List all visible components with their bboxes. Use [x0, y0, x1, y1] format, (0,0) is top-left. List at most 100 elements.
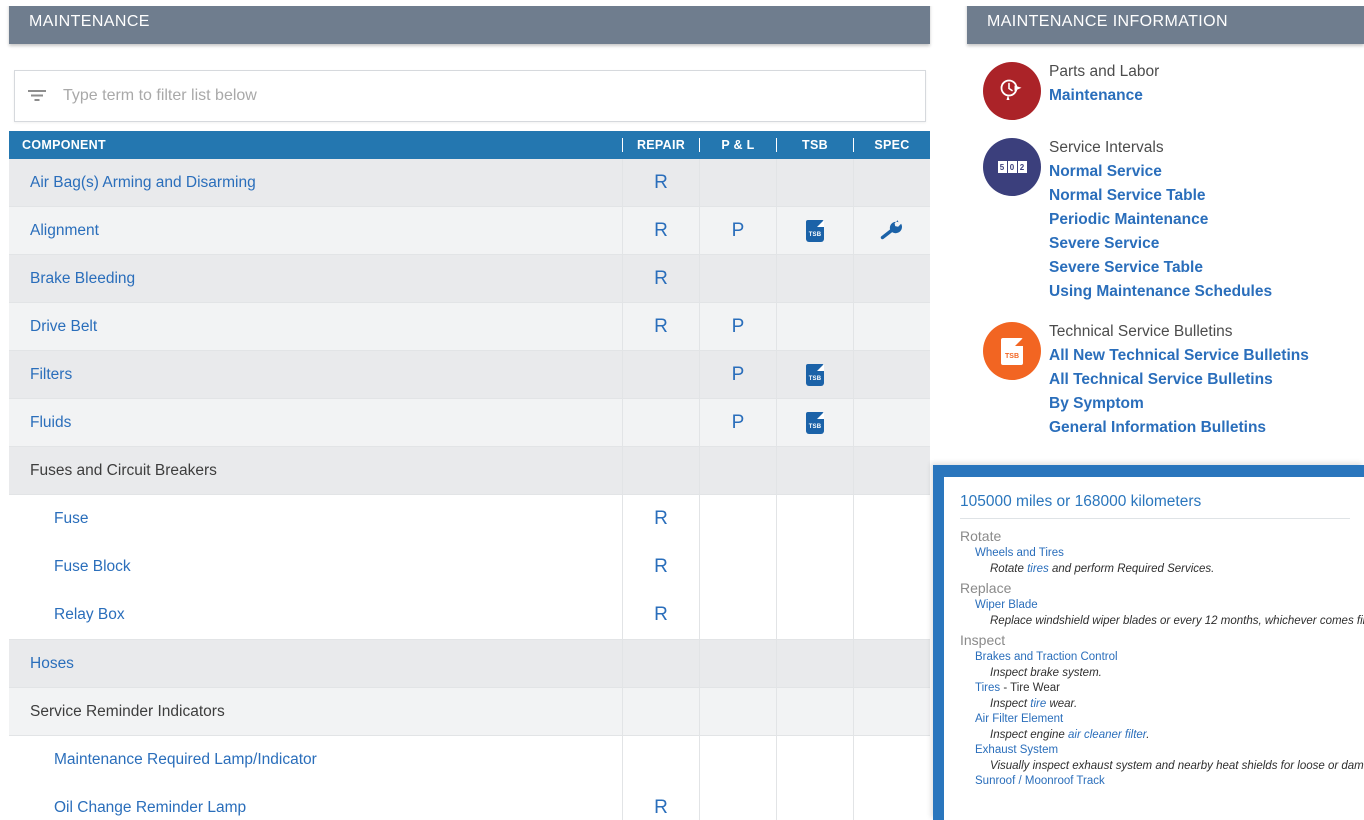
table-row[interactable]: Maintenance Required Lamp/Indicator	[9, 736, 930, 784]
schedule-item-link[interactable]: Tires - Tire Wear	[975, 681, 1350, 697]
information-link[interactable]: Normal Service	[1049, 160, 1272, 184]
component-link[interactable]: Fuse	[9, 495, 622, 543]
pl-cell[interactable]: P	[699, 399, 776, 446]
schedule-item-description: Rotate tires and perform Required Servic…	[990, 562, 1215, 575]
app-root: MAINTENANCE COMPONENT REPAIR P & L TSB S…	[0, 0, 1364, 820]
table-row[interactable]: Relay Box R	[9, 591, 930, 639]
filter-input[interactable]	[59, 87, 925, 105]
repair-cell[interactable]: R	[622, 255, 699, 302]
schedule-item-link[interactable]: Wiper Blade	[975, 598, 1350, 614]
table-row[interactable]: Alignment R P TSB	[9, 207, 930, 255]
pl-cell[interactable]: P	[699, 303, 776, 350]
tsb-cell	[776, 495, 853, 543]
component-link[interactable]: Hoses	[9, 640, 622, 687]
schedule-description-link[interactable]: tires	[1027, 563, 1049, 575]
component-link[interactable]: Relay Box	[9, 591, 622, 639]
pl-cell	[699, 159, 776, 206]
tsb-cell	[776, 688, 853, 735]
information-link[interactable]: Periodic Maintenance	[1049, 208, 1272, 232]
table-row[interactable]: Oil Change Reminder Lamp R	[9, 784, 930, 820]
schedule-item-link[interactable]: Sunroof / Moonroof Track	[975, 774, 1350, 790]
information-link[interactable]: By Symptom	[1049, 392, 1309, 416]
repair-cell	[622, 688, 699, 735]
tsb-document-icon[interactable]: TSB	[806, 219, 824, 242]
spec-cell	[853, 447, 930, 494]
repair-cell[interactable]: R	[622, 543, 699, 591]
tsb-cell[interactable]: TSB	[776, 351, 853, 398]
component-link[interactable]: Fuse Block	[9, 543, 622, 591]
information-link[interactable]: Severe Service Table	[1049, 256, 1272, 280]
component-table-body: Air Bag(s) Arming and Disarming R Alignmen…	[9, 159, 930, 820]
table-row[interactable]: Fuses and Circuit Breakers	[9, 447, 930, 495]
tsb-cell[interactable]: TSB	[776, 399, 853, 446]
filter-icon	[15, 88, 59, 104]
information-group-title: Technical Service Bulletins	[1049, 323, 1233, 340]
repair-cell[interactable]: R	[622, 591, 699, 639]
information-group-list: Parts and Labor Maintenance 5 0 2 Service Int…	[967, 44, 1364, 440]
information-link[interactable]: General Information Bulletins	[1049, 416, 1309, 440]
information-link[interactable]: Normal Service Table	[1049, 184, 1272, 208]
component-table-header: COMPONENT REPAIR P & L TSB SPEC	[9, 131, 930, 159]
table-row[interactable]: Brake Bleeding R	[9, 255, 930, 303]
table-row[interactable]: Fuse Block R	[9, 543, 930, 591]
spec-cell[interactable]	[853, 207, 930, 254]
tsb-document-icon[interactable]: TSB	[806, 411, 824, 434]
repair-cell[interactable]: R	[622, 207, 699, 254]
repair-cell[interactable]: R	[622, 784, 699, 820]
pl-cell[interactable]: P	[699, 351, 776, 398]
information-group: TSB Technical Service Bulletins All New Te…	[975, 304, 1364, 440]
information-link[interactable]: Using Maintenance Schedules	[1049, 280, 1272, 304]
table-row[interactable]: Hoses	[9, 640, 930, 688]
information-link[interactable]: Severe Service	[1049, 232, 1272, 256]
tsb-cell	[776, 447, 853, 494]
component-link[interactable]: Air Bag(s) Arming and Disarming	[9, 159, 622, 206]
schedule-section-heading: Rotate	[960, 528, 1002, 544]
repair-cell[interactable]: R	[622, 303, 699, 350]
component-link[interactable]: Maintenance Required Lamp/Indicator	[9, 736, 622, 784]
table-row[interactable]: Drive Belt R P	[9, 303, 930, 351]
component-link[interactable]: Alignment	[9, 207, 622, 254]
tsb-cell	[776, 784, 853, 820]
table-row[interactable]: Filters P TSB	[9, 351, 930, 399]
schedule-item-description: Visually inspect exhaust system and near…	[990, 759, 1364, 772]
tsb-cell	[776, 543, 853, 591]
component-link[interactable]: Oil Change Reminder Lamp	[9, 784, 622, 820]
table-row[interactable]: Service Reminder Indicators	[9, 688, 930, 736]
component-link[interactable]: Fluids	[9, 399, 622, 446]
repair-cell	[622, 399, 699, 446]
schedule-description-link[interactable]: tire	[1030, 698, 1046, 710]
information-link[interactable]: All New Technical Service Bulletins	[1049, 344, 1309, 368]
column-header-component: COMPONENT	[22, 138, 106, 152]
component-link[interactable]: Drive Belt	[9, 303, 622, 350]
tsb-cell	[776, 255, 853, 302]
information-link[interactable]: All Technical Service Bulletins	[1049, 368, 1309, 392]
information-link[interactable]: Maintenance	[1049, 84, 1159, 108]
component-link[interactable]: Filters	[9, 351, 622, 398]
spec-cell	[853, 303, 930, 350]
table-row[interactable]: Fluids P TSB	[9, 399, 930, 447]
repair-cell[interactable]: R	[622, 159, 699, 206]
tsb-cell[interactable]: TSB	[776, 207, 853, 254]
schedule-title: 105000 miles or 168000 kilometers	[960, 493, 1350, 519]
table-row[interactable]: Air Bag(s) Arming and Disarming R	[9, 159, 930, 207]
schedule-item-description: Replace windshield wiper blades or every…	[990, 614, 1364, 627]
schedule-section-heading: Inspect	[960, 632, 1006, 648]
pl-cell[interactable]: P	[699, 207, 776, 254]
repair-cell[interactable]: R	[622, 495, 699, 543]
information-group-links: Technical Service Bulletins All New Techn…	[1049, 318, 1309, 440]
table-row[interactable]: Fuse R	[9, 495, 930, 543]
wrench-icon[interactable]	[879, 219, 905, 242]
component-label: Service Reminder Indicators	[30, 702, 225, 720]
maintenance-panel-header: MAINTENANCE	[9, 0, 930, 44]
schedule-description-link[interactable]: air cleaner filter	[1068, 729, 1146, 741]
tsb-document-icon[interactable]: TSB	[806, 363, 824, 386]
pl-cell	[699, 736, 776, 784]
schedule-item-link[interactable]: Air Filter Element	[975, 712, 1350, 728]
schedule-item-link[interactable]: Brakes and Traction Control	[975, 650, 1350, 666]
schedule-item-link[interactable]: Exhaust System	[975, 743, 1350, 759]
information-group-icon-wrap	[975, 58, 1049, 120]
component-link[interactable]: Brake Bleeding	[9, 255, 622, 302]
schedule-item-link[interactable]: Wheels and Tires	[975, 546, 1350, 562]
tsb-document-icon: TSB	[1001, 337, 1023, 365]
filter-bar[interactable]	[14, 70, 926, 122]
